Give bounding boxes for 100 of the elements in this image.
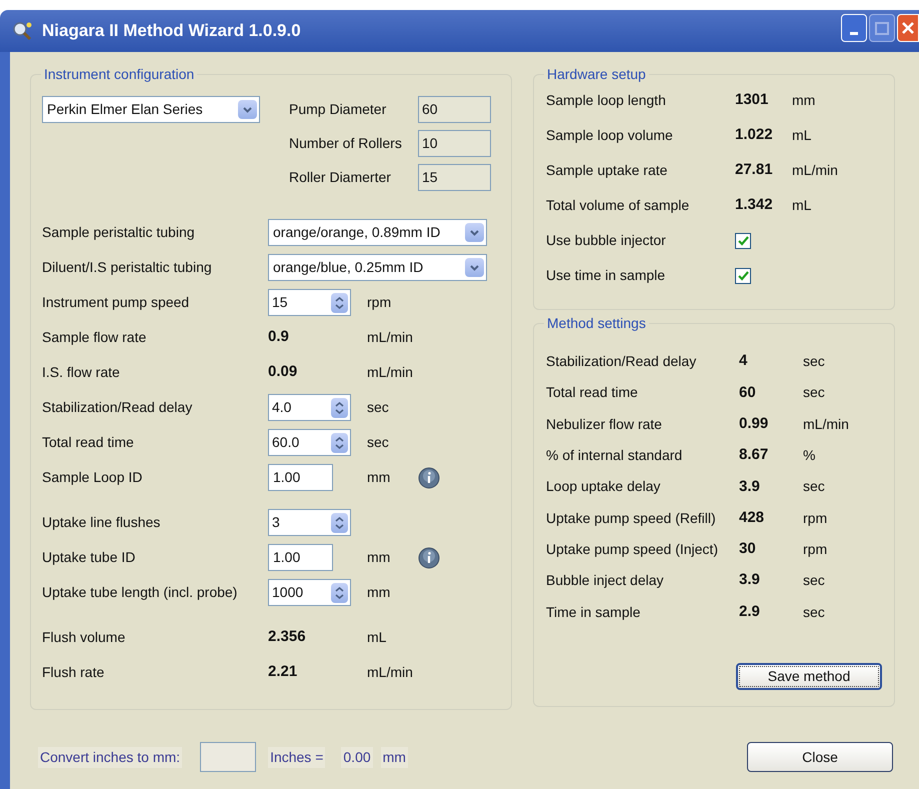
input-field[interactable]: 1.00	[268, 464, 333, 491]
value-text: 2.9	[739, 602, 761, 622]
spinner-field[interactable]: 15	[268, 289, 351, 316]
value-text: 3.9	[739, 476, 761, 497]
close-icon	[901, 21, 915, 35]
spinner-arrows-icon[interactable]	[331, 582, 348, 602]
field-label: I.S. flow rate	[42, 363, 121, 382]
info-icon[interactable]	[418, 466, 440, 488]
field-label: Diluent/I.S peristaltic tubing	[42, 258, 213, 277]
inches-label: Inches =	[268, 746, 326, 768]
readonly-field: 60	[418, 96, 491, 123]
field-label: % of internal standard	[546, 446, 684, 466]
value-text: 0.09	[268, 363, 298, 380]
unit-text: mm	[380, 746, 408, 768]
field-label: Use bubble injector	[546, 231, 667, 250]
unit-text: sec	[803, 571, 825, 590]
unit-text: mm	[367, 468, 392, 487]
spinner-arrows-icon[interactable]	[331, 398, 348, 418]
field-label: Total volume of sample	[546, 196, 690, 215]
value-text: 60	[739, 382, 757, 403]
field-label: Bubble inject delay	[546, 571, 665, 590]
field-label: Uptake pump speed (Refill)	[546, 508, 717, 528]
field-label: Uptake tube length (incl. probe)	[42, 583, 238, 602]
spinner-field[interactable]: 3	[268, 509, 351, 536]
app-icon	[12, 21, 34, 41]
field-label: Pump Diameter	[289, 100, 388, 119]
unit-text: rpm	[803, 508, 828, 528]
unit-text: mL	[792, 126, 812, 145]
field-label: Uptake tube ID	[42, 548, 136, 567]
unit-text: mL/min	[803, 414, 849, 434]
readonly-field: 15	[418, 164, 491, 191]
unit-text: sec	[367, 398, 390, 417]
spinner-field[interactable]: 1000	[268, 579, 351, 606]
field-label: Sample uptake rate	[546, 161, 668, 180]
close-button[interactable]: Close	[747, 742, 893, 772]
field-label: Uptake pump speed (Inject)	[546, 540, 719, 559]
value-text: 27.81	[735, 160, 774, 180]
field-label: Loop uptake delay	[546, 477, 662, 496]
field-label: Total read time	[546, 383, 639, 402]
result-text: 0.00	[341, 746, 373, 768]
value-text: 30	[739, 539, 757, 560]
field-label: Flush volume	[42, 628, 126, 647]
field-label: Nebulizer flow rate	[546, 414, 663, 434]
checkbox[interactable]	[735, 232, 751, 248]
field-label: Sample peristaltic tubing	[42, 223, 196, 242]
converter-label: Convert inches to mm:	[38, 746, 182, 768]
spinner-field[interactable]: 4.0	[268, 394, 351, 421]
field-label: Instrument pump speed	[42, 293, 190, 312]
unit-text: sec	[803, 602, 825, 622]
unit-text: rpm	[367, 293, 392, 312]
unit-text: mL/min	[792, 161, 838, 180]
field-label: Sample loop volume	[546, 126, 674, 145]
unit-text: mL	[367, 628, 388, 647]
field-label: Roller Diamerter	[289, 168, 392, 187]
value-text: 428	[739, 508, 766, 528]
unit-text: mm	[367, 548, 392, 567]
value-text: 1.342	[735, 195, 774, 216]
field-label: Sample loop length	[546, 91, 667, 110]
info-icon[interactable]	[418, 546, 440, 568]
field-label: Stabilization/Read delay	[546, 352, 698, 372]
unit-text: mm	[792, 91, 816, 110]
input-field[interactable]: 1.00	[268, 544, 333, 571]
value-text: 8.67	[739, 445, 770, 466]
inches-input-field[interactable]	[200, 742, 256, 772]
unit-text: mm	[367, 583, 392, 602]
value-text: 1301	[735, 90, 770, 110]
field-label: Time in sample	[546, 602, 642, 622]
checkbox[interactable]	[735, 268, 751, 284]
save-method-button[interactable]: Save method	[736, 662, 882, 690]
tubing-dropdown[interactable]: orange/orange, 0.89mm ID	[268, 219, 487, 246]
spinner-arrows-icon[interactable]	[331, 292, 348, 312]
spinner-arrows-icon[interactable]	[331, 512, 348, 532]
close-window-button[interactable]	[897, 14, 919, 42]
value-text: 3.9	[739, 570, 761, 590]
value-text: 1.022	[735, 125, 774, 146]
value-text: 2.356	[268, 628, 306, 646]
window-title: Niagara II Method Wizard 1.0.9.0	[42, 20, 302, 42]
field-label: Number of Rollers	[289, 134, 403, 153]
unit-text: mL/min	[367, 363, 414, 382]
unit-text: sec	[367, 433, 390, 452]
spinner-arrows-icon[interactable]	[331, 432, 348, 452]
field-label: Uptake line flushes	[42, 513, 162, 532]
field-label: Total read time	[42, 433, 135, 452]
field-label: Flush rate	[42, 663, 106, 682]
unit-text: mL/min	[367, 663, 414, 682]
unit-text: rpm	[803, 540, 828, 559]
unit-text: sec	[803, 383, 825, 402]
spinner-field[interactable]: 60.0	[268, 429, 351, 456]
value-text: 4	[739, 351, 748, 372]
readonly-field: 10	[418, 130, 491, 157]
unit-text: sec	[803, 477, 825, 496]
instrument-dropdown[interactable]: Perkin Elmer Elan Series	[42, 96, 260, 123]
field-label: Sample Loop ID	[42, 468, 144, 487]
value-text: 0.9	[268, 328, 289, 346]
value-text: 0.99	[739, 414, 770, 434]
field-label: Use time in sample	[546, 266, 666, 285]
tubing-dropdown[interactable]: orange/blue, 0.25mm ID	[268, 254, 487, 281]
minimize-button[interactable]	[841, 14, 867, 42]
unit-text: sec	[803, 352, 825, 372]
field-label: Stabilization/Read delay	[42, 398, 194, 417]
